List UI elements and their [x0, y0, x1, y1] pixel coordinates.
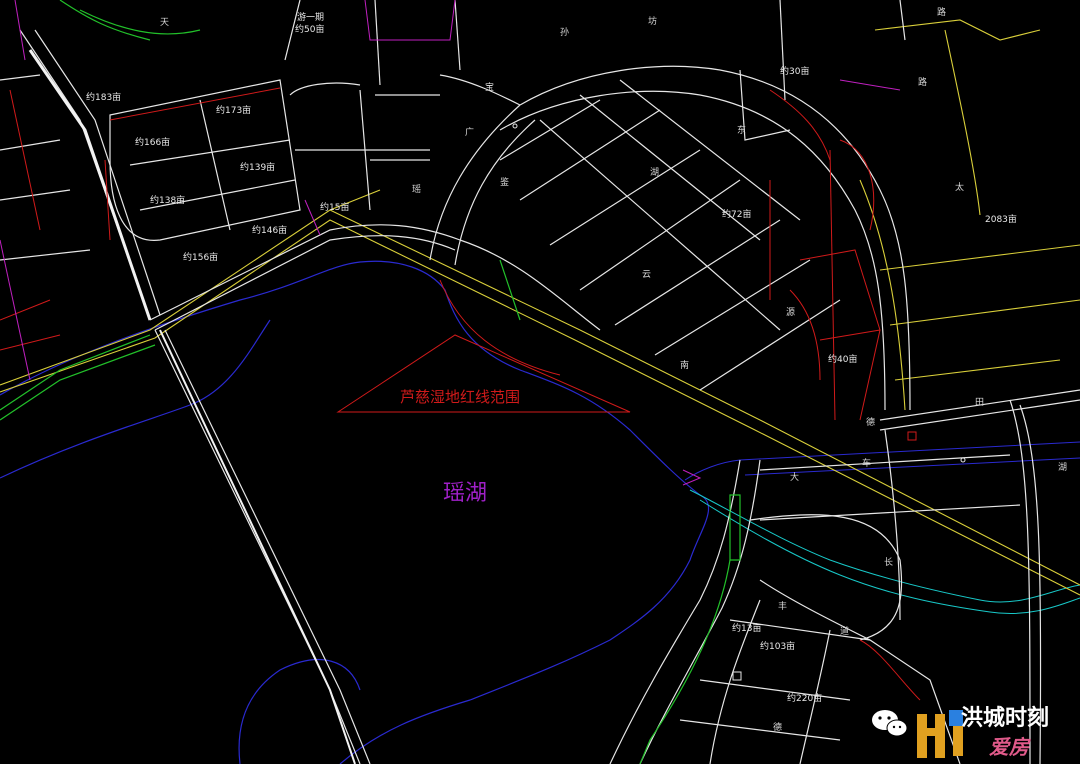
- road-char: 坊: [648, 15, 657, 27]
- parcel-label: 约139亩: [240, 161, 275, 173]
- parcel-label: 游一期: [297, 11, 324, 23]
- parcel-label: 约173亩: [216, 104, 251, 116]
- watermark: 洪城时刻 爱房: [872, 705, 1049, 759]
- brand-logo: [917, 710, 963, 758]
- road-char: 孙: [560, 26, 569, 38]
- lake-name-label: 瑶湖: [443, 481, 487, 506]
- road-char: 南: [680, 359, 689, 371]
- parcel-label: 约103亩: [760, 640, 795, 652]
- parcel-label: 约15亩: [320, 201, 349, 213]
- road-char: 瑶: [412, 183, 421, 195]
- road-char: 路: [937, 6, 946, 18]
- road-char: 丰: [778, 600, 787, 612]
- road-char: 湖: [650, 167, 659, 178]
- road-char: 田: [975, 397, 984, 408]
- background: [0, 0, 1080, 764]
- parcel-label: 约166亩: [135, 136, 170, 148]
- redline-area-label: 芦慈湿地红线范围: [400, 388, 520, 406]
- cad-drawing-canvas: 约183亩 约173亩 约166亩 约139亩 约138亩 约146亩 约156…: [0, 0, 1080, 764]
- road-char: 源: [786, 307, 795, 318]
- account-name: 洪城时刻: [961, 705, 1049, 731]
- parcel-label: 约146亩: [252, 224, 287, 236]
- road-char: 东: [737, 124, 746, 136]
- parcel-label: 约40亩: [828, 353, 857, 365]
- road-char: 长: [884, 556, 893, 568]
- parcel-label: 约156亩: [183, 251, 218, 263]
- road-char: 天: [160, 18, 169, 28]
- road-char: 道: [840, 625, 849, 637]
- road-char: 太: [955, 181, 964, 193]
- parcel-label: 约138亩: [150, 194, 185, 206]
- parcel-label: 约72亩: [722, 208, 751, 220]
- parcel-label: 约30亩: [780, 65, 809, 77]
- road-char: 车: [862, 457, 871, 469]
- road-char: 云: [642, 270, 651, 280]
- road-char: 宝: [485, 81, 494, 93]
- road-char: 湖: [1058, 462, 1067, 473]
- road-char: 路: [918, 76, 927, 88]
- brand-name: 爱房: [989, 735, 1031, 759]
- parcel-label: 约50亩: [295, 23, 324, 35]
- wechat-icon: [872, 710, 908, 737]
- parcel-label: 约183亩: [86, 91, 121, 103]
- parcel-label: 2083亩: [985, 213, 1017, 225]
- road-char: 德: [773, 721, 782, 733]
- road-char: 大: [790, 471, 799, 483]
- parcel-label: 约220亩: [787, 692, 822, 704]
- road-char: 广: [465, 126, 474, 138]
- road-char: 德: [866, 416, 875, 428]
- parcel-label: 约13亩: [732, 622, 761, 634]
- road-char: 鉴: [500, 176, 509, 188]
